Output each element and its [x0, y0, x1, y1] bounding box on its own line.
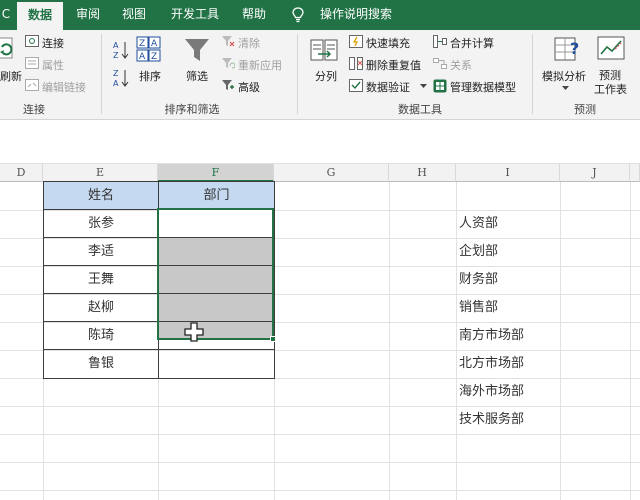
department-list-item[interactable]: 财务部: [456, 266, 560, 294]
manage-data-model-icon[interactable]: [433, 79, 447, 93]
connections-icon[interactable]: [25, 35, 39, 47]
ribbon-separator: [297, 34, 298, 114]
clear-filter-icon: [222, 36, 235, 47]
grid-row-line: [0, 434, 640, 435]
chevron-down-icon[interactable]: [420, 84, 427, 89]
grid-row-line: [0, 490, 640, 491]
edit-links-icon: [25, 79, 39, 91]
what-if-analysis-icon[interactable]: ?: [554, 34, 582, 64]
chevron-down-icon[interactable]: [562, 86, 569, 91]
edit-links-button[interactable]: 编辑链接: [42, 79, 86, 95]
department-list-item[interactable]: 北方市场部: [456, 350, 560, 378]
formula-area[interactable]: [0, 121, 640, 164]
text-to-columns-button[interactable]: 分列: [315, 68, 337, 84]
svg-text:Z: Z: [139, 39, 145, 49]
column-header-e[interactable]: E: [43, 164, 158, 182]
svg-text:Z: Z: [113, 51, 119, 60]
data-validation-button[interactable]: 数据验证: [366, 79, 410, 95]
sort-a-to-z-icon[interactable]: A Z: [112, 40, 130, 60]
lightbulb-icon[interactable]: [291, 7, 305, 23]
clear-button[interactable]: 清除: [238, 35, 260, 51]
connections-button[interactable]: 连接: [42, 35, 64, 51]
consolidate-icon[interactable]: [433, 35, 447, 48]
reapply-icon: [222, 58, 235, 69]
remove-duplicates-button[interactable]: 删除重复值: [366, 57, 421, 73]
fill-handle[interactable]: [270, 336, 276, 342]
svg-text:A: A: [113, 79, 119, 88]
filter-button[interactable]: 筛选: [186, 68, 208, 84]
column-header-partial[interactable]: [630, 164, 640, 182]
column-header-g[interactable]: G: [274, 164, 389, 182]
column-header-h[interactable]: H: [389, 164, 456, 182]
group-label-data-tools: 数据工具: [398, 103, 442, 116]
column-header-i[interactable]: I: [456, 164, 560, 182]
grid-column-line: [560, 182, 561, 500]
sort-button[interactable]: 排序: [139, 68, 161, 84]
tab-review[interactable]: 审阅: [68, 0, 108, 30]
department-list-item[interactable]: 海外市场部: [456, 378, 560, 406]
properties-button[interactable]: 属性: [42, 57, 64, 73]
group-label-sort-filter: 排序和筛选: [164, 103, 220, 116]
remove-duplicates-icon[interactable]: [349, 57, 363, 70]
svg-text:A: A: [151, 39, 158, 49]
svg-text:A: A: [139, 52, 146, 62]
advanced-button[interactable]: 高级: [238, 79, 260, 95]
refresh-all-label[interactable]: 刷新: [0, 68, 22, 84]
ribbon-tab-bar: C 数据 审阅 视图 开发工具 帮助 操作说明搜索: [0, 0, 640, 30]
department-list-item[interactable]: 企划部: [456, 238, 560, 266]
column-header-d[interactable]: D: [0, 164, 43, 182]
data-validation-icon[interactable]: [349, 79, 363, 92]
advanced-filter-icon[interactable]: [221, 79, 235, 92]
svg-text:A: A: [113, 41, 119, 50]
flash-fill-icon[interactable]: [349, 35, 363, 48]
group-label-forecast: 预测: [574, 103, 596, 116]
tab-developer[interactable]: 开发工具: [163, 0, 227, 30]
department-list-item[interactable]: 技术服务部: [456, 406, 560, 434]
grid-row-line: [0, 462, 640, 463]
consolidate-button[interactable]: 合并计算: [450, 35, 494, 51]
ribbon-separator: [532, 34, 533, 114]
tab-help[interactable]: 帮助: [234, 0, 274, 30]
column-header-f[interactable]: F: [158, 164, 274, 182]
what-if-analysis-button[interactable]: 模拟分析: [542, 68, 586, 84]
tell-me-search[interactable]: 操作说明搜索: [314, 0, 398, 30]
grid-column-line: [630, 182, 631, 500]
flash-fill-button[interactable]: 快速填充: [366, 35, 410, 51]
forecast-label-line2[interactable]: 工作表: [594, 81, 627, 97]
properties-icon: [25, 57, 39, 69]
grid-column-line: [389, 182, 390, 500]
table-row-border: [43, 349, 275, 350]
forecast-sheet-icon[interactable]: [597, 35, 627, 63]
reapply-button[interactable]: 重新应用: [238, 57, 282, 73]
refresh-all-icon[interactable]: [0, 36, 16, 62]
sort-z-to-a-icon[interactable]: Z A: [112, 68, 130, 88]
ribbon: 刷新 连接 属性 编辑链接 连接 A Z Z A Z A A Z 排序 筛选 清…: [0, 30, 640, 120]
tab-data[interactable]: 数据: [17, 2, 63, 30]
svg-text:?: ?: [570, 39, 579, 58]
svg-text:Z: Z: [113, 69, 119, 78]
text-to-columns-icon[interactable]: [309, 36, 339, 64]
manage-data-model-button[interactable]: 管理数据模型: [450, 79, 516, 95]
tab-view[interactable]: 视图: [114, 0, 154, 30]
column-header-j[interactable]: J: [560, 164, 630, 182]
ribbon-separator: [101, 34, 102, 114]
filter-icon[interactable]: [183, 36, 211, 64]
group-label-connections: 连接: [23, 103, 45, 116]
mouse-cursor-icon: [184, 322, 204, 342]
relationships-button[interactable]: 关系: [450, 57, 472, 73]
svg-text:Z: Z: [151, 52, 157, 62]
tab-partial[interactable]: C: [0, 0, 12, 30]
department-list-item[interactable]: 销售部: [456, 294, 560, 322]
department-list-item[interactable]: 人资部: [456, 210, 560, 238]
selection-range: [157, 208, 274, 340]
relationships-icon: [433, 58, 447, 69]
department-list-item[interactable]: 南方市场部: [456, 322, 560, 350]
sort-icon[interactable]: Z A A Z: [136, 36, 162, 64]
